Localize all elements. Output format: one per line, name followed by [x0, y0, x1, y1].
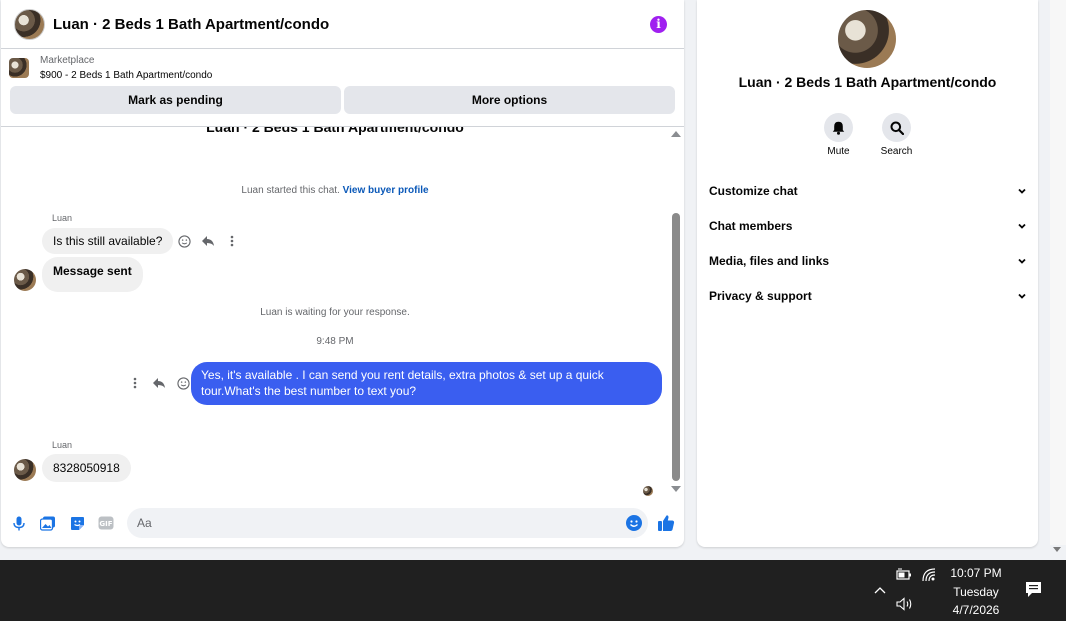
- svg-text:GIF: GIF: [99, 520, 112, 528]
- message-input[interactable]: [127, 508, 648, 538]
- message-sender: Luan: [52, 440, 73, 450]
- bell-icon[interactable]: [824, 113, 853, 142]
- listing-actions: Mark as pending More options: [1, 86, 684, 114]
- clock-time: 10:07 PM: [950, 566, 1002, 580]
- listing-thumbnail[interactable]: [9, 57, 29, 78]
- chat-started-text: Luan started this chat.: [241, 185, 340, 196]
- chat-panel: Luan · 2 Beds 1 Bath Apartment/condo i M…: [1, 0, 684, 547]
- windows-taskbar: 10:07 PM Tuesday 4/7/2026: [0, 560, 1066, 621]
- seen-receipt-avatar: [643, 486, 653, 496]
- message-scrollbar[interactable]: [670, 127, 682, 500]
- notifications-icon[interactable]: [1025, 581, 1042, 598]
- more-options-button[interactable]: More options: [344, 86, 675, 114]
- microphone-icon[interactable]: [11, 515, 27, 531]
- search-button[interactable]: Search: [881, 113, 913, 157]
- scroll-thumb[interactable]: [672, 213, 680, 481]
- chevron-up-icon[interactable]: [873, 584, 887, 596]
- incoming-message[interactable]: 8328050918: [42, 454, 131, 482]
- section-label: Customize chat: [709, 183, 798, 198]
- sender-avatar[interactable]: [14, 269, 36, 291]
- system-clock[interactable]: 10:07 PM Tuesday 4/7/2026: [946, 564, 1006, 620]
- message-tools: [176, 233, 240, 249]
- thumbs-up-icon[interactable]: [657, 514, 675, 532]
- message-composer: GIF: [1, 505, 684, 541]
- wifi-icon[interactable]: [922, 568, 936, 582]
- react-icon[interactable]: [175, 375, 191, 391]
- chevron-down-icon: [1018, 293, 1026, 299]
- section-label: Chat members: [709, 218, 793, 233]
- more-vertical-icon[interactable]: [127, 375, 143, 391]
- conversation-details-panel: Luan · 2 Beds 1 Bath Apartment/condo Mut…: [697, 0, 1038, 547]
- chat-title[interactable]: Luan · 2 Beds 1 Bath Apartment/condo: [53, 16, 650, 33]
- chevron-down-icon: [1018, 188, 1026, 194]
- reply-icon[interactable]: [151, 375, 167, 391]
- scroll-up-arrow[interactable]: [671, 131, 681, 137]
- sticker-icon[interactable]: [69, 515, 85, 531]
- search-label: Search: [880, 146, 913, 157]
- message-timestamp: 9:48 PM: [316, 336, 354, 347]
- outgoing-message-tools: [127, 375, 191, 391]
- details-avatar[interactable]: [838, 10, 896, 68]
- chat-started-notice: Luan started this chat. View buyer profi…: [1, 185, 669, 196]
- listing-bar[interactable]: Marketplace $900 - 2 Beds 1 Bath Apartme…: [1, 49, 684, 86]
- section-media-files-links[interactable]: Media, files and links: [709, 243, 1027, 278]
- mute-label: Mute: [827, 146, 850, 157]
- clock-date: 4/7/2026: [952, 603, 1000, 617]
- page-scroll-track[interactable]: [1050, 0, 1066, 545]
- emoji-icon[interactable]: [626, 515, 642, 531]
- clock-day: Tuesday: [953, 584, 999, 599]
- react-icon[interactable]: [176, 233, 192, 249]
- info-icon[interactable]: i: [650, 15, 667, 33]
- reply-icon[interactable]: [200, 233, 216, 249]
- section-label: Privacy & support: [709, 288, 812, 303]
- message-sender: Luan: [52, 213, 73, 223]
- listing-item[interactable]: $900 - 2 Beds 1 Bath Apartment/condo: [40, 68, 212, 83]
- photo-icon[interactable]: [40, 515, 56, 531]
- chat-avatar[interactable]: [14, 8, 45, 40]
- incoming-message[interactable]: Is this still available?: [42, 228, 174, 254]
- volume-icon[interactable]: [896, 597, 914, 611]
- section-chat-members[interactable]: Chat members: [709, 208, 1027, 243]
- battery-icon[interactable]: [896, 568, 912, 582]
- incoming-message[interactable]: Message sent: [42, 257, 143, 292]
- section-customize-chat[interactable]: Customize chat: [709, 173, 1027, 208]
- listing-source: Marketplace: [40, 54, 95, 66]
- gif-icon[interactable]: GIF: [98, 515, 114, 531]
- scroll-down-arrow[interactable]: [671, 486, 681, 492]
- outgoing-message[interactable]: Yes, it's available . I can send you ren…: [191, 362, 662, 405]
- section-label: Media, files and links: [709, 253, 830, 268]
- conversation-title: Luan · 2 Beds 1 Bath Apartment/condo: [206, 127, 464, 135]
- mute-button[interactable]: Mute: [823, 113, 855, 157]
- search-icon[interactable]: [882, 113, 911, 142]
- sender-avatar[interactable]: [14, 459, 36, 481]
- chevron-down-icon: [1018, 223, 1026, 229]
- more-vertical-icon[interactable]: [224, 233, 240, 249]
- details-title: Luan · 2 Beds 1 Bath Apartment/condo: [738, 74, 997, 90]
- chevron-down-icon: [1018, 258, 1026, 264]
- page-scroll-down-arrow[interactable]: [1053, 547, 1061, 552]
- mark-pending-button[interactable]: Mark as pending: [10, 86, 341, 114]
- section-privacy-support[interactable]: Privacy & support: [709, 278, 1027, 313]
- message-list[interactable]: Luan · 2 Beds 1 Bath Apartment/condo Lua…: [1, 127, 669, 500]
- quick-actions: Mute Search: [697, 113, 1038, 157]
- chat-header: Luan · 2 Beds 1 Bath Apartment/condo i: [1, 0, 684, 49]
- view-buyer-profile-link[interactable]: View buyer profile: [343, 185, 429, 196]
- listing-text: Marketplace $900 - 2 Beds 1 Bath Apartme…: [40, 53, 212, 83]
- waiting-notice: Luan is waiting for your response.: [260, 307, 410, 318]
